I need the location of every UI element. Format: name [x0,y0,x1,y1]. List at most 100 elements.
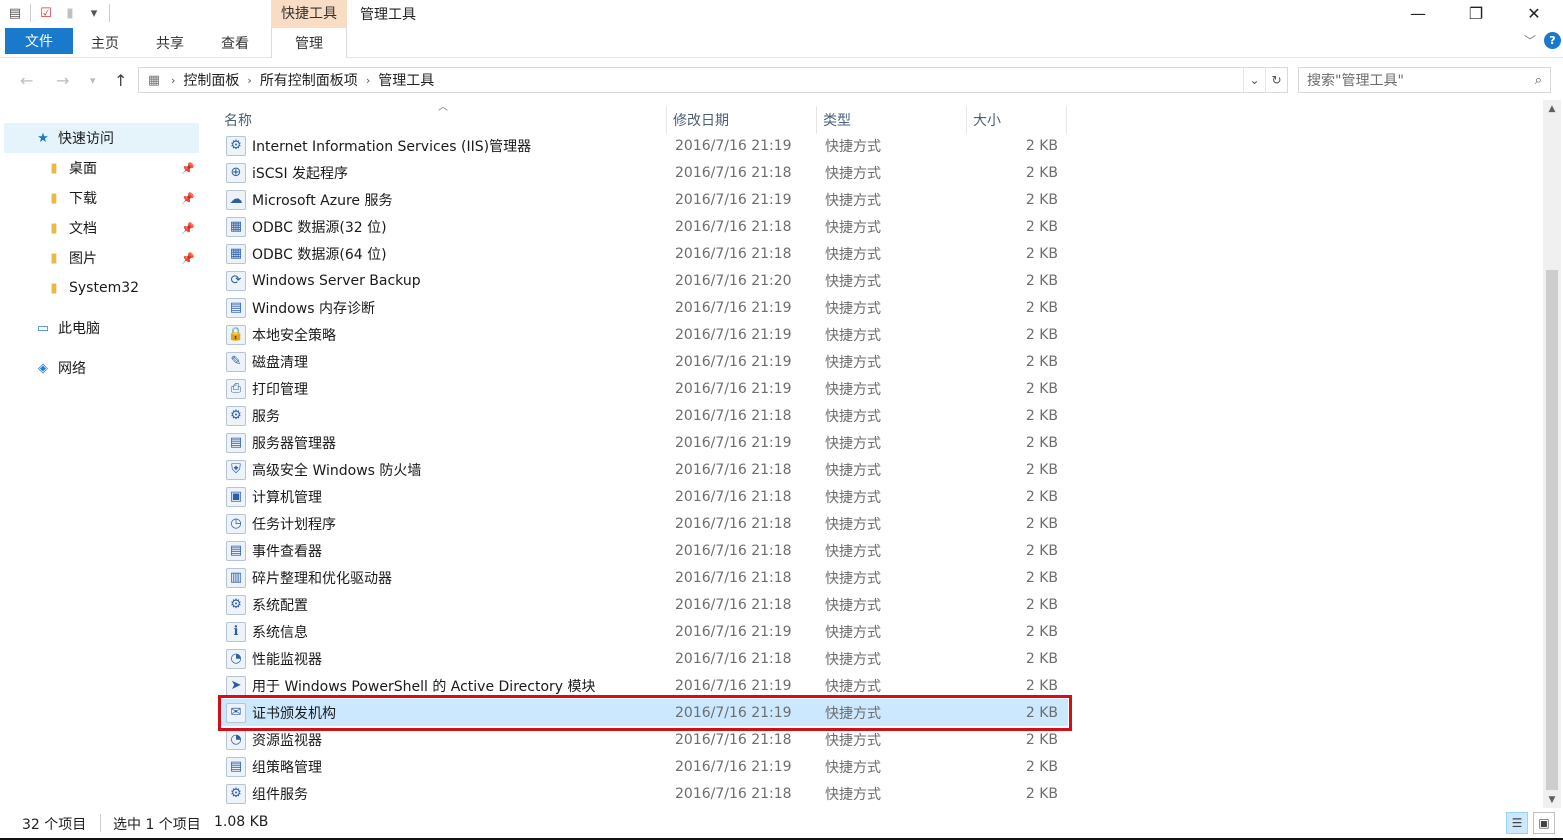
minimize-button[interactable]: — [1389,0,1447,26]
file-name-cell[interactable]: ◔ 性能监视器 [226,645,666,672]
address-bar[interactable]: ▦ › 控制面板 › 所有控制面板项 › 管理工具 ⌄ ↻ [138,67,1288,93]
file-name-cell[interactable]: ▤ Windows 内存诊断 [226,294,666,321]
file-name-cell[interactable]: ☁ Microsoft Azure 服务 [226,186,666,213]
pin-icon[interactable]: 📌 [181,192,195,205]
file-name-cell[interactable]: ⎙ 打印管理 [226,375,666,402]
table-row[interactable]: ▤ 组策略管理 2016/7/16 21:19 快捷方式 2 KB [218,753,1068,780]
scrollbar-thumb[interactable] [1546,270,1558,790]
scroll-down-icon[interactable]: ▼ [1543,791,1561,808]
table-row[interactable]: 🔒 本地安全策略 2016/7/16 21:19 快捷方式 2 KB [218,321,1068,348]
close-button[interactable]: ✕ [1505,0,1563,26]
forward-button[interactable]: → [56,71,69,90]
pin-icon[interactable]: 📌 [181,252,195,265]
table-row[interactable]: ◷ 任务计划程序 2016/7/16 21:18 快捷方式 2 KB [218,510,1068,537]
up-button[interactable]: ↑ [114,71,127,90]
tab-view[interactable]: 查看 [221,28,249,58]
search-input[interactable]: 搜索"管理工具" [1307,70,1404,90]
file-name-cell[interactable]: ▦ ODBC 数据源(64 位) [226,240,666,267]
nav-item-desktop[interactable]: ▮ 桌面 📌 [4,153,199,183]
pin-icon[interactable]: 📌 [181,162,195,175]
file-type: 快捷方式 [825,489,881,506]
nav-network[interactable]: ◈ 网络 [4,353,199,383]
file-name-cell[interactable]: ⟳ Windows Server Backup [226,267,666,294]
help-icon[interactable]: ? [1544,32,1561,49]
nav-item-system32[interactable]: ▮ System32 [4,273,199,303]
maximize-button[interactable]: ❐ [1447,0,1505,26]
table-row[interactable]: ▤ 事件查看器 2016/7/16 21:18 快捷方式 2 KB [218,537,1068,564]
tab-manage[interactable]: 管理 [271,26,347,58]
file-name-cell[interactable]: ▤ 组策略管理 [226,753,666,780]
tab-home[interactable]: 主页 [91,28,119,58]
breadcrumb-all-items[interactable]: 所有控制面板项 [260,70,358,90]
refresh-icon[interactable]: ↻ [1265,68,1287,92]
new-folder-icon[interactable]: ▮ [61,4,79,22]
table-row[interactable]: ▦ ODBC 数据源(64 位) 2016/7/16 21:18 快捷方式 2 KB [218,240,1068,267]
breadcrumb-separator[interactable]: › [366,74,370,87]
file-name-cell[interactable]: ⚙ 服务 [226,402,666,429]
file-name-cell[interactable]: ⚙ 系统配置 [226,591,666,618]
table-row[interactable]: ⊕ iSCSI 发起程序 2016/7/16 21:18 快捷方式 2 KB [218,159,1068,186]
scroll-up-icon[interactable]: ▲ [1543,100,1561,117]
table-row[interactable]: ℹ 系统信息 2016/7/16 21:19 快捷方式 2 KB [218,618,1068,645]
file-name-cell[interactable]: ⛨ 高级安全 Windows 防火墙 [226,456,666,483]
column-header-name[interactable]: 名称 [218,106,667,134]
breadcrumb-control-panel[interactable]: 控制面板 [183,70,239,90]
table-row[interactable]: ⚙ 系统配置 2016/7/16 21:18 快捷方式 2 KB [218,591,1068,618]
table-row[interactable]: ⚙ 组件服务 2016/7/16 21:18 快捷方式 2 KB [218,780,1068,807]
details-view-button[interactable]: ☰ [1506,812,1528,834]
file-name-cell[interactable]: ▤ 服务器管理器 [226,429,666,456]
table-row[interactable]: ▤ Windows 内存诊断 2016/7/16 21:19 快捷方式 2 KB [218,294,1068,321]
back-button[interactable]: ← [20,71,33,90]
table-row[interactable]: ▣ 计算机管理 2016/7/16 21:18 快捷方式 2 KB [218,483,1068,510]
vertical-scrollbar[interactable]: ▲ ▼ [1543,100,1561,808]
file-name-cell[interactable]: ⚙ Internet Information Services (IIS)管理器 [226,132,666,159]
table-row[interactable]: ⛨ 高级安全 Windows 防火墙 2016/7/16 21:18 快捷方式 2 KB [218,456,1068,483]
recent-locations-icon[interactable]: ▾ [90,74,96,87]
breadcrumb-separator[interactable]: › [171,74,175,87]
file-name-cell[interactable]: ▦ ODBC 数据源(32 位) [226,213,666,240]
address-dropdown-icon[interactable]: ⌄ [1243,68,1265,92]
table-row[interactable]: ⎙ 打印管理 2016/7/16 21:19 快捷方式 2 KB [218,375,1068,402]
nav-item-pictures[interactable]: ▮ 图片 📌 [4,243,199,273]
table-row[interactable]: ◔ 性能监视器 2016/7/16 21:18 快捷方式 2 KB [218,645,1068,672]
file-name-cell[interactable]: ▤ 事件查看器 [226,537,666,564]
checkmark-icon[interactable]: ☑ [37,4,55,22]
tab-file[interactable]: 文件 [5,28,73,54]
large-icons-view-button[interactable]: ▣ [1533,812,1555,834]
file-name-cell[interactable]: ⊕ iSCSI 发起程序 [226,159,666,186]
file-name-cell[interactable]: ✎ 磁盘清理 [226,348,666,375]
nav-item-downloads[interactable]: ▮ 下载 📌 [4,183,199,213]
pin-icon[interactable]: 📌 [181,222,195,235]
table-row[interactable]: ▥ 碎片整理和优化驱动器 2016/7/16 21:18 快捷方式 2 KB [218,564,1068,591]
customize-arrow-icon[interactable]: ▾ [85,4,103,22]
search-box[interactable]: 搜索"管理工具" ⌕ [1298,67,1551,93]
table-row[interactable]: ☁ Microsoft Azure 服务 2016/7/16 21:19 快捷方式 2 … [218,186,1068,213]
column-header-type[interactable]: 类型 [817,106,967,134]
search-icon[interactable]: ⌕ [1535,73,1542,88]
shortcut-icon: ▣ [226,486,246,507]
file-name-cell[interactable]: 🔒 本地安全策略 [226,321,666,348]
table-row[interactable]: ⚙ Internet Information Services (IIS)管理器 2… [218,132,1068,159]
nav-label: 此电脑 [58,321,100,337]
table-row[interactable]: ▤ 服务器管理器 2016/7/16 21:19 快捷方式 2 KB [218,429,1068,456]
file-name-cell[interactable]: ▣ 计算机管理 [226,483,666,510]
column-header-size[interactable]: 大小 [967,106,1067,134]
nav-quick-access[interactable]: ★ 快速访问 [4,123,199,153]
nav-this-pc[interactable]: ▭ 此电脑 [4,313,199,343]
file-name-cell[interactable]: ℹ 系统信息 [226,618,666,645]
tab-share[interactable]: 共享 [156,28,184,58]
table-row[interactable]: ▦ ODBC 数据源(32 位) 2016/7/16 21:18 快捷方式 2 KB [218,213,1068,240]
column-header-date[interactable]: 修改日期 [667,106,817,134]
expand-ribbon-icon[interactable]: ﹀ [1524,32,1536,49]
nav-item-documents[interactable]: ▮ 文档 📌 [4,213,199,243]
properties-icon[interactable]: ▤ [6,4,24,22]
file-name-cell[interactable]: ◷ 任务计划程序 [226,510,666,537]
table-row[interactable]: ⚙ 服务 2016/7/16 21:18 快捷方式 2 KB [218,402,1068,429]
file-name-cell[interactable]: ▥ 碎片整理和优化驱动器 [226,564,666,591]
file-name-cell[interactable]: ⚙ 组件服务 [226,780,666,807]
breadcrumb-admin-tools[interactable]: 管理工具 [378,70,434,90]
table-row[interactable]: ✎ 磁盘清理 2016/7/16 21:19 快捷方式 2 KB [218,348,1068,375]
file-type: 快捷方式 [825,435,881,452]
breadcrumb-separator[interactable]: › [247,74,251,87]
table-row[interactable]: ⟳ Windows Server Backup 2016/7/16 21:20 快捷方… [218,267,1068,294]
